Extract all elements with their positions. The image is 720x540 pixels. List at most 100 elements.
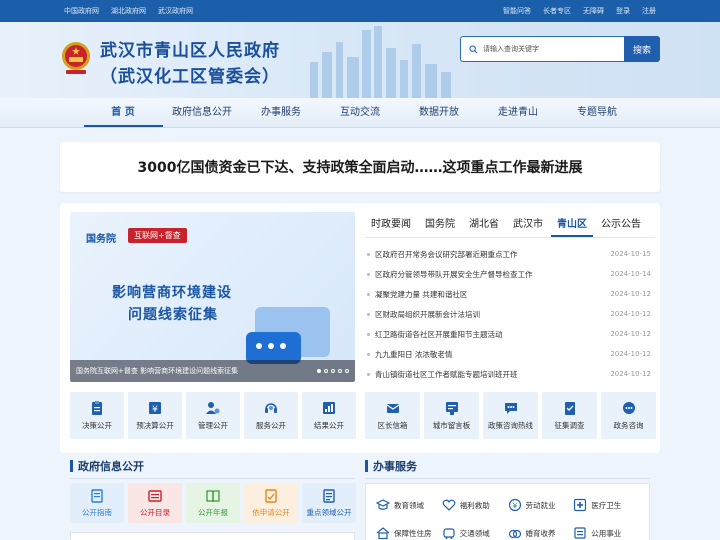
- link-login[interactable]: 登录: [616, 6, 630, 16]
- section-title[interactable]: 政府信息公开: [78, 458, 144, 474]
- news-title[interactable]: 青山镇街道社区工作者赋能专题培训班开班: [375, 369, 518, 380]
- list-item[interactable]: 红卫路街道各社区开展重阳节主题活动 2024-10-12: [365, 324, 655, 344]
- tile-label: 结果公开: [314, 421, 344, 430]
- service-utility[interactable]: 公用事业: [573, 526, 639, 540]
- pager-dot[interactable]: [338, 369, 342, 373]
- list-item[interactable]: 九九重阳日 浓浓敬老情 2024-10-12: [365, 344, 655, 364]
- tab-state-council[interactable]: 国务院: [419, 212, 461, 237]
- tile-budget-open[interactable]: ¥ 预决算公开: [128, 392, 182, 439]
- nav-topics[interactable]: 专题导航: [558, 98, 637, 127]
- mail-icon: [386, 404, 399, 413]
- tab-announcements[interactable]: 公示公告: [595, 212, 647, 237]
- news-title[interactable]: 区财政局组织开展新会计法培训: [375, 309, 480, 320]
- tile-decision-open[interactable]: 决策公开: [70, 392, 124, 439]
- site-title[interactable]: 武汉市青山区人民政府: [100, 36, 280, 61]
- tab-hubei[interactable]: 湖北省: [463, 212, 505, 237]
- headline-banner[interactable]: 3000亿国债资金已下达、支持政策全面启动……这项重点工作最新进展: [60, 142, 660, 192]
- slide-caption[interactable]: 国务院互联网+督查 影响营商环境建设问题线索征集: [76, 366, 238, 376]
- link-smart-qa[interactable]: 智能问答: [503, 6, 531, 16]
- section-title[interactable]: 办事服务: [373, 458, 417, 474]
- tile-label: 政务咨询: [613, 421, 644, 430]
- service-label: 福利救助: [459, 500, 490, 510]
- tile-management-open[interactable]: 管理公开: [186, 392, 240, 439]
- nav-open-data[interactable]: 数据开放: [400, 98, 479, 127]
- nav-gov-info[interactable]: 政府信息公开: [163, 98, 242, 127]
- site-subtitle: （武汉化工区管委会）: [100, 67, 280, 87]
- news-title[interactable]: 凝聚党建力量 共建和谐社区: [375, 289, 467, 300]
- tile-mayor-mailbox[interactable]: 区长信箱: [365, 392, 420, 439]
- tile-service-open[interactable]: 服务公开: [244, 392, 298, 439]
- pager-dot[interactable]: [331, 369, 335, 373]
- list-item[interactable]: 青山镇街道社区工作者赋能专题培训班开班 2024-10-12: [365, 364, 655, 384]
- link-hubei-gov[interactable]: 湖北政府网: [111, 6, 146, 16]
- clipboard-icon: [92, 401, 102, 415]
- employment-icon: ¥: [508, 498, 521, 512]
- guide-icon: [91, 488, 103, 503]
- tile-public-guide[interactable]: 公开指南: [70, 483, 124, 523]
- news-date: 2024-10-12: [610, 310, 651, 318]
- tile-label: 服务公开: [256, 421, 286, 430]
- link-accessibility[interactable]: 无障碍: [583, 6, 604, 16]
- svg-text:¥: ¥: [152, 405, 158, 415]
- slide-main-line1: 影响营商环境建设: [112, 285, 232, 301]
- carousel-slide[interactable]: 国务院 互联网+督查 影响营商环境建设 问题线索征集 国务院互联网+督查 影响营…: [70, 212, 355, 382]
- tile-key-area-open[interactable]: 重点领域公开: [302, 483, 356, 523]
- tile-city-message-board[interactable]: 城市留言板: [424, 392, 479, 439]
- key-area-icon: [323, 488, 335, 503]
- tile-survey[interactable]: 征集调查: [542, 392, 597, 439]
- news-title[interactable]: 区政府召开常务会议研究部署近期重点工作: [375, 249, 518, 260]
- list-item[interactable]: 区财政局组织开展新会计法培训 2024-10-12: [365, 304, 655, 324]
- nav-services[interactable]: 办事服务: [242, 98, 321, 127]
- link-wuhan-gov[interactable]: 武汉政府网: [158, 6, 193, 16]
- public-info-panel: [70, 532, 355, 540]
- search-button[interactable]: 搜索: [624, 36, 660, 62]
- list-item[interactable]: 区政府召开常务会议研究部署近期重点工作 2024-10-15: [365, 244, 655, 264]
- list-item[interactable]: 凝聚党建力量 共建和谐社区 2024-10-12: [365, 284, 655, 304]
- service-label: 保障性住房: [394, 528, 432, 538]
- news-title[interactable]: 红卫路街道各社区开展重阳节主题活动: [375, 329, 503, 340]
- tile-apply-open[interactable]: 依申请公开: [244, 483, 298, 523]
- nav-home[interactable]: 首 页: [83, 98, 163, 127]
- nav-interaction[interactable]: 互动交流: [321, 98, 400, 127]
- service-welfare[interactable]: 福利救助: [442, 498, 508, 512]
- tab-qingshan[interactable]: 青山区: [551, 212, 593, 237]
- top-bar: 中国政府网 湖北政府网 武汉政府网 智能问答 长者专区 无障碍 登录 注册: [0, 0, 720, 22]
- service-label: 医疗卫生: [591, 500, 622, 510]
- pager-dot[interactable]: [345, 369, 349, 373]
- service-employment[interactable]: ¥ 劳动就业: [508, 498, 574, 512]
- service-marriage[interactable]: 婚育收养: [508, 526, 574, 540]
- section-gov-info: 政府信息公开: [70, 458, 355, 479]
- service-traffic[interactable]: 交通领域: [442, 526, 508, 540]
- marriage-icon: [508, 529, 521, 539]
- chart-icon: [323, 402, 335, 414]
- catalog-icon: [148, 489, 162, 502]
- tile-public-catalog[interactable]: 公开目录: [128, 483, 182, 523]
- tab-wuhan[interactable]: 武汉市: [507, 212, 549, 237]
- service-medical[interactable]: 医疗卫生: [573, 498, 639, 512]
- service-education[interactable]: 教育领域: [376, 498, 442, 512]
- pager-dot[interactable]: [317, 369, 321, 373]
- tile-policy-hotline[interactable]: 政策咨询热线: [483, 392, 538, 439]
- nav-about-qingshan[interactable]: 走进青山: [479, 98, 558, 127]
- link-elder-zone[interactable]: 长者专区: [543, 6, 571, 16]
- tile-label: 公开目录: [140, 507, 170, 517]
- section-services: 办事服务: [365, 458, 650, 479]
- news-title[interactable]: 区政府分管领导带队开展安全生产督导检查工作: [375, 269, 533, 280]
- news-title[interactable]: 九九重阳日 浓浓敬老情: [375, 349, 452, 360]
- tile-label: 决策公开: [82, 421, 112, 430]
- tab-politics-news[interactable]: 时政要闻: [365, 212, 417, 237]
- section-marker: [70, 460, 73, 472]
- list-item[interactable]: 区政府分管领导带队开展安全生产督导检查工作 2024-10-14: [365, 264, 655, 284]
- news-date: 2024-10-12: [610, 350, 651, 358]
- tile-result-open[interactable]: 结果公开: [302, 392, 356, 439]
- search-input[interactable]: 请输入查询关键字: [460, 36, 624, 62]
- link-register[interactable]: 注册: [642, 6, 656, 16]
- tile-gov-consult[interactable]: 政务咨询: [601, 392, 656, 439]
- header-banner: 武汉市青山区人民政府 （武汉化工区管委会） 请输入查询关键字 搜索: [0, 22, 720, 98]
- service-label: 劳动就业: [525, 500, 556, 510]
- pager-dot[interactable]: [324, 369, 328, 373]
- link-china-gov[interactable]: 中国政府网: [64, 6, 99, 16]
- service-label: 婚育收养: [525, 528, 556, 538]
- service-housing[interactable]: 保障性住房: [376, 526, 442, 540]
- tile-annual-report[interactable]: 公开年报: [186, 483, 240, 523]
